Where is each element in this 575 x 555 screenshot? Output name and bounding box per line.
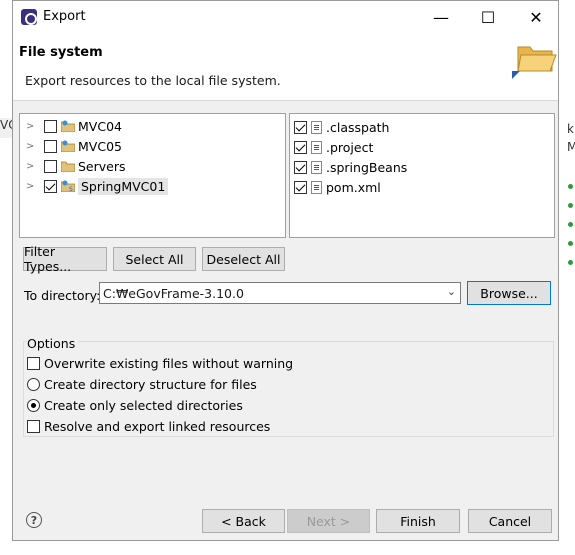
create-structure-label: Create directory structure for files <box>44 376 257 392</box>
tree-row-label: MVC04 <box>78 118 122 134</box>
tree-row-mvc05[interactable]: > MVC05 <box>20 136 122 156</box>
project-checkbox[interactable] <box>44 119 57 133</box>
back-button[interactable]: < Back <box>202 509 285 533</box>
overwrite-checkbox[interactable] <box>27 356 40 370</box>
background-letter: M <box>567 140 575 154</box>
project-checkbox[interactable] <box>44 139 57 153</box>
directory-value: C:₩eGovFrame-3.10.0 <box>103 285 244 301</box>
spring-project-icon: S <box>61 180 75 192</box>
finish-button[interactable]: Finish <box>376 509 460 533</box>
project-folder-icon <box>61 120 75 132</box>
deselect-all-button[interactable]: Deselect All <box>202 247 285 271</box>
create-selected-label: Create only selected directories <box>44 397 243 413</box>
create-selected-radio[interactable] <box>27 398 40 412</box>
svg-text:S: S <box>69 186 73 192</box>
create-selected-option[interactable]: Create only selected directories <box>27 395 243 415</box>
project-folder-icon <box>61 140 75 152</box>
tree-row-label: Servers <box>78 158 126 174</box>
file-icon <box>311 140 322 154</box>
status-dot-icon <box>568 260 573 265</box>
page-title: File system <box>19 45 103 60</box>
title-bar[interactable]: Export — ☐ ✕ <box>13 1 558 33</box>
file-row-label: .classpath <box>326 119 390 135</box>
chevron-down-icon[interactable]: ⌄ <box>447 285 456 298</box>
file-checkbox[interactable] <box>294 120 307 134</box>
expand-chevron-icon[interactable]: > <box>26 161 36 172</box>
background-letter: k <box>567 122 574 136</box>
page-description: Export resources to the local file syste… <box>25 73 281 88</box>
file-list[interactable]: .classpath .project .springBeans pom.xml <box>289 113 555 238</box>
file-checkbox[interactable] <box>294 140 307 154</box>
xml-file-icon <box>311 180 322 194</box>
next-button: Next > <box>287 509 370 533</box>
file-row-label: .springBeans <box>326 159 408 175</box>
window-title: Export <box>43 9 86 24</box>
export-dialog: Export — ☐ ✕ File system Export resource… <box>12 0 559 541</box>
create-structure-radio[interactable] <box>27 377 40 391</box>
expand-chevron-icon[interactable]: > <box>26 121 36 132</box>
resolve-linked-checkbox[interactable] <box>27 419 40 433</box>
overwrite-label: Overwrite existing files without warning <box>44 355 294 371</box>
options-title: Options <box>27 336 79 351</box>
file-row[interactable]: .classpath <box>294 117 389 137</box>
overwrite-option[interactable]: Overwrite existing files without warning <box>27 353 293 373</box>
file-row-label: .project <box>326 139 374 155</box>
wizard-banner: File system Export resources to the loca… <box>13 33 558 101</box>
file-checkbox[interactable] <box>294 180 307 194</box>
background-ide-sidebar: k M <box>558 0 575 555</box>
to-directory-label: To directory: <box>24 288 101 303</box>
file-icon <box>311 160 322 174</box>
eclipse-app-icon <box>21 9 37 25</box>
tree-row-servers[interactable]: > Servers <box>20 156 126 176</box>
project-tree[interactable]: > MVC04 > MVC05 > Servers > S SpringMVC0… <box>19 113 286 238</box>
status-dot-icon <box>568 203 573 208</box>
tree-row-mvc04[interactable]: > MVC04 <box>20 116 122 136</box>
file-row[interactable]: .project <box>294 137 373 157</box>
folder-icon <box>61 161 75 172</box>
file-checkbox[interactable] <box>294 160 307 174</box>
file-row-label: pom.xml <box>326 179 381 195</box>
file-row[interactable]: pom.xml <box>294 177 381 197</box>
status-dot-icon <box>568 241 573 246</box>
browse-button[interactable]: Browse... <box>467 281 551 305</box>
minimize-button[interactable]: — <box>418 1 464 33</box>
directory-combo[interactable]: C:₩eGovFrame-3.10.0 ⌄ <box>99 282 461 304</box>
export-folder-icon <box>512 46 557 79</box>
help-icon[interactable]: ? <box>26 512 42 528</box>
file-row[interactable]: .springBeans <box>294 157 407 177</box>
expand-chevron-icon[interactable]: > <box>26 181 36 192</box>
status-dot-icon <box>568 184 573 189</box>
status-dot-icon <box>568 222 573 227</box>
maximize-button[interactable]: ☐ <box>465 1 511 33</box>
expand-chevron-icon[interactable]: > <box>26 141 36 152</box>
select-all-button[interactable]: Select All <box>113 247 196 271</box>
create-structure-option[interactable]: Create directory structure for files <box>27 374 257 394</box>
resolve-linked-option[interactable]: Resolve and export linked resources <box>27 416 270 436</box>
file-icon <box>311 120 322 134</box>
tree-row-label: SpringMVC01 <box>78 177 169 195</box>
resolve-linked-label: Resolve and export linked resources <box>44 418 271 434</box>
filter-types-button[interactable]: Filter Types... <box>23 244 107 274</box>
project-checkbox[interactable] <box>44 159 57 173</box>
close-button[interactable]: ✕ <box>513 1 559 33</box>
project-checkbox[interactable] <box>44 179 57 193</box>
cancel-button[interactable]: Cancel <box>468 509 552 533</box>
tree-row-springmvc01[interactable]: > S SpringMVC01 <box>20 176 169 196</box>
tree-row-label: MVC05 <box>78 138 122 154</box>
